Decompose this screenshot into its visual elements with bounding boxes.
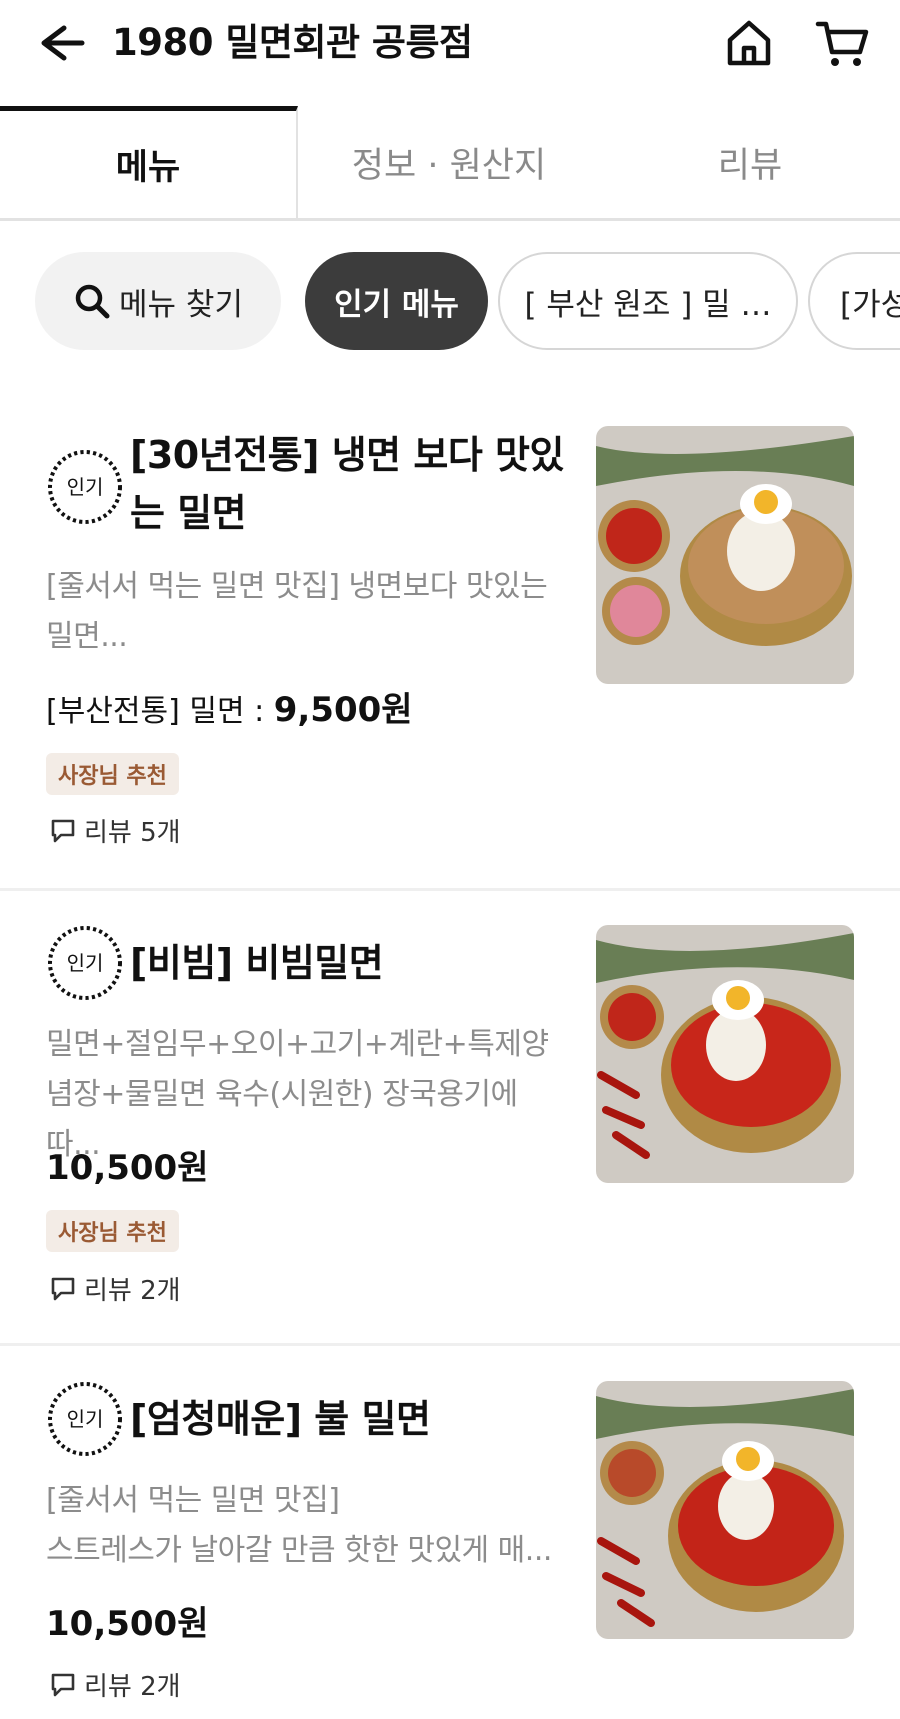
menu-item-photo [596,426,854,684]
menu-item-name: [비빔] 비빔밀면 [130,941,384,985]
menu-item-name: [엄청매운] 불 밀면 [130,1397,431,1441]
speech-bubble-icon [51,819,75,842]
menu-item-price: 10,500원 [46,1604,209,1644]
cart-icon [815,21,869,66]
menu-item-price: 10,500원 [46,1148,209,1188]
popular-badge-label: 인기 [67,951,104,975]
review-count-label: 리뷰 2개 [84,1672,181,1702]
menu-item[interactable]: 인기 [비빔] 비빔밀면 밀면+절임무+오이+고기+계란+특제양념장+물밀면 육… [0,920,900,1340]
review-count: 리뷰 2개 [50,1270,181,1307]
popular-badge-icon: 인기 [48,1382,122,1456]
price-prefix: [부산전통] 밀면 : [46,694,274,729]
item-divider [0,1343,900,1346]
chip-popular-menu[interactable]: 인기 메뉴 [305,252,488,350]
menu-item-description-line: 스트레스가 날아갈 만큼 핫한 맛있게 매... [46,1533,552,1568]
menu-search-chip[interactable]: 메뉴 찾기 [35,252,281,350]
menu-item-photo [596,925,854,1183]
app-header: 1980 밀면회관 공릉점 [0,0,900,108]
chip-value-menu[interactable]: [가성 [808,252,900,350]
tab-menu[interactable]: 메뉴 [0,106,298,218]
menu-item[interactable]: 인기 [30년전통] 냉면 보다 맛있는 밀면 [줄서서 먹는 밀면 맛집] 냉… [0,420,900,888]
cart-button[interactable] [814,16,870,70]
category-chip-row: 메뉴 찾기 인기 메뉴 [ 부산 원조 ] 밀 … [가성 [0,252,900,352]
owner-recommend-tag: 사장님 추천 [46,1210,179,1252]
page-title: 1980 밀면회관 공릉점 [112,21,473,64]
menu-item-price-row: [부산전통] 밀면 : 9,500원 [46,682,413,731]
speech-bubble-icon [51,1277,75,1300]
review-count: 리뷰 2개 [50,1666,181,1703]
home-button[interactable] [722,16,776,70]
back-button[interactable] [34,16,88,70]
menu-item-description-line: [줄서서 먹는 밀면 맛집] [46,1483,340,1518]
speech-bubble-icon [51,1673,75,1696]
chip-busan-original[interactable]: [ 부산 원조 ] 밀 … [498,252,798,350]
menu-item-price: 9,500원 [273,690,413,730]
menu-item-name: [30년전통] 냉면 보다 맛있는 밀면 [130,433,564,535]
home-icon [727,20,771,66]
search-icon [75,284,110,319]
owner-recommend-tag: 사장님 추천 [46,753,179,795]
tab-reviews[interactable]: 리뷰 [600,106,900,218]
review-count: 리뷰 5개 [50,812,181,849]
menu-item[interactable]: 인기 [엄청매운] 불 밀면 [줄서서 먹는 밀면 맛집] 스트레스가 날아갈 … [0,1376,900,1719]
arrow-left-icon [41,25,85,61]
popular-badge-label: 인기 [67,1407,104,1431]
popular-badge-icon: 인기 [48,926,122,1000]
review-count-label: 리뷰 2개 [84,1276,181,1306]
menu-item-photo [596,1381,854,1639]
item-divider [0,888,900,891]
popular-badge-label: 인기 [67,475,104,499]
menu-search-label: 메뉴 찾기 [119,286,243,323]
tab-bar: 메뉴 정보 · 원산지 리뷰 [0,106,900,221]
tab-info-origin[interactable]: 정보 · 원산지 [298,106,600,218]
menu-item-description: [줄서서 먹는 밀면 맛집] 냉면보다 맛있는 밀면... [46,569,548,654]
review-count-label: 리뷰 5개 [84,818,181,848]
popular-badge-icon: 인기 [48,450,122,524]
